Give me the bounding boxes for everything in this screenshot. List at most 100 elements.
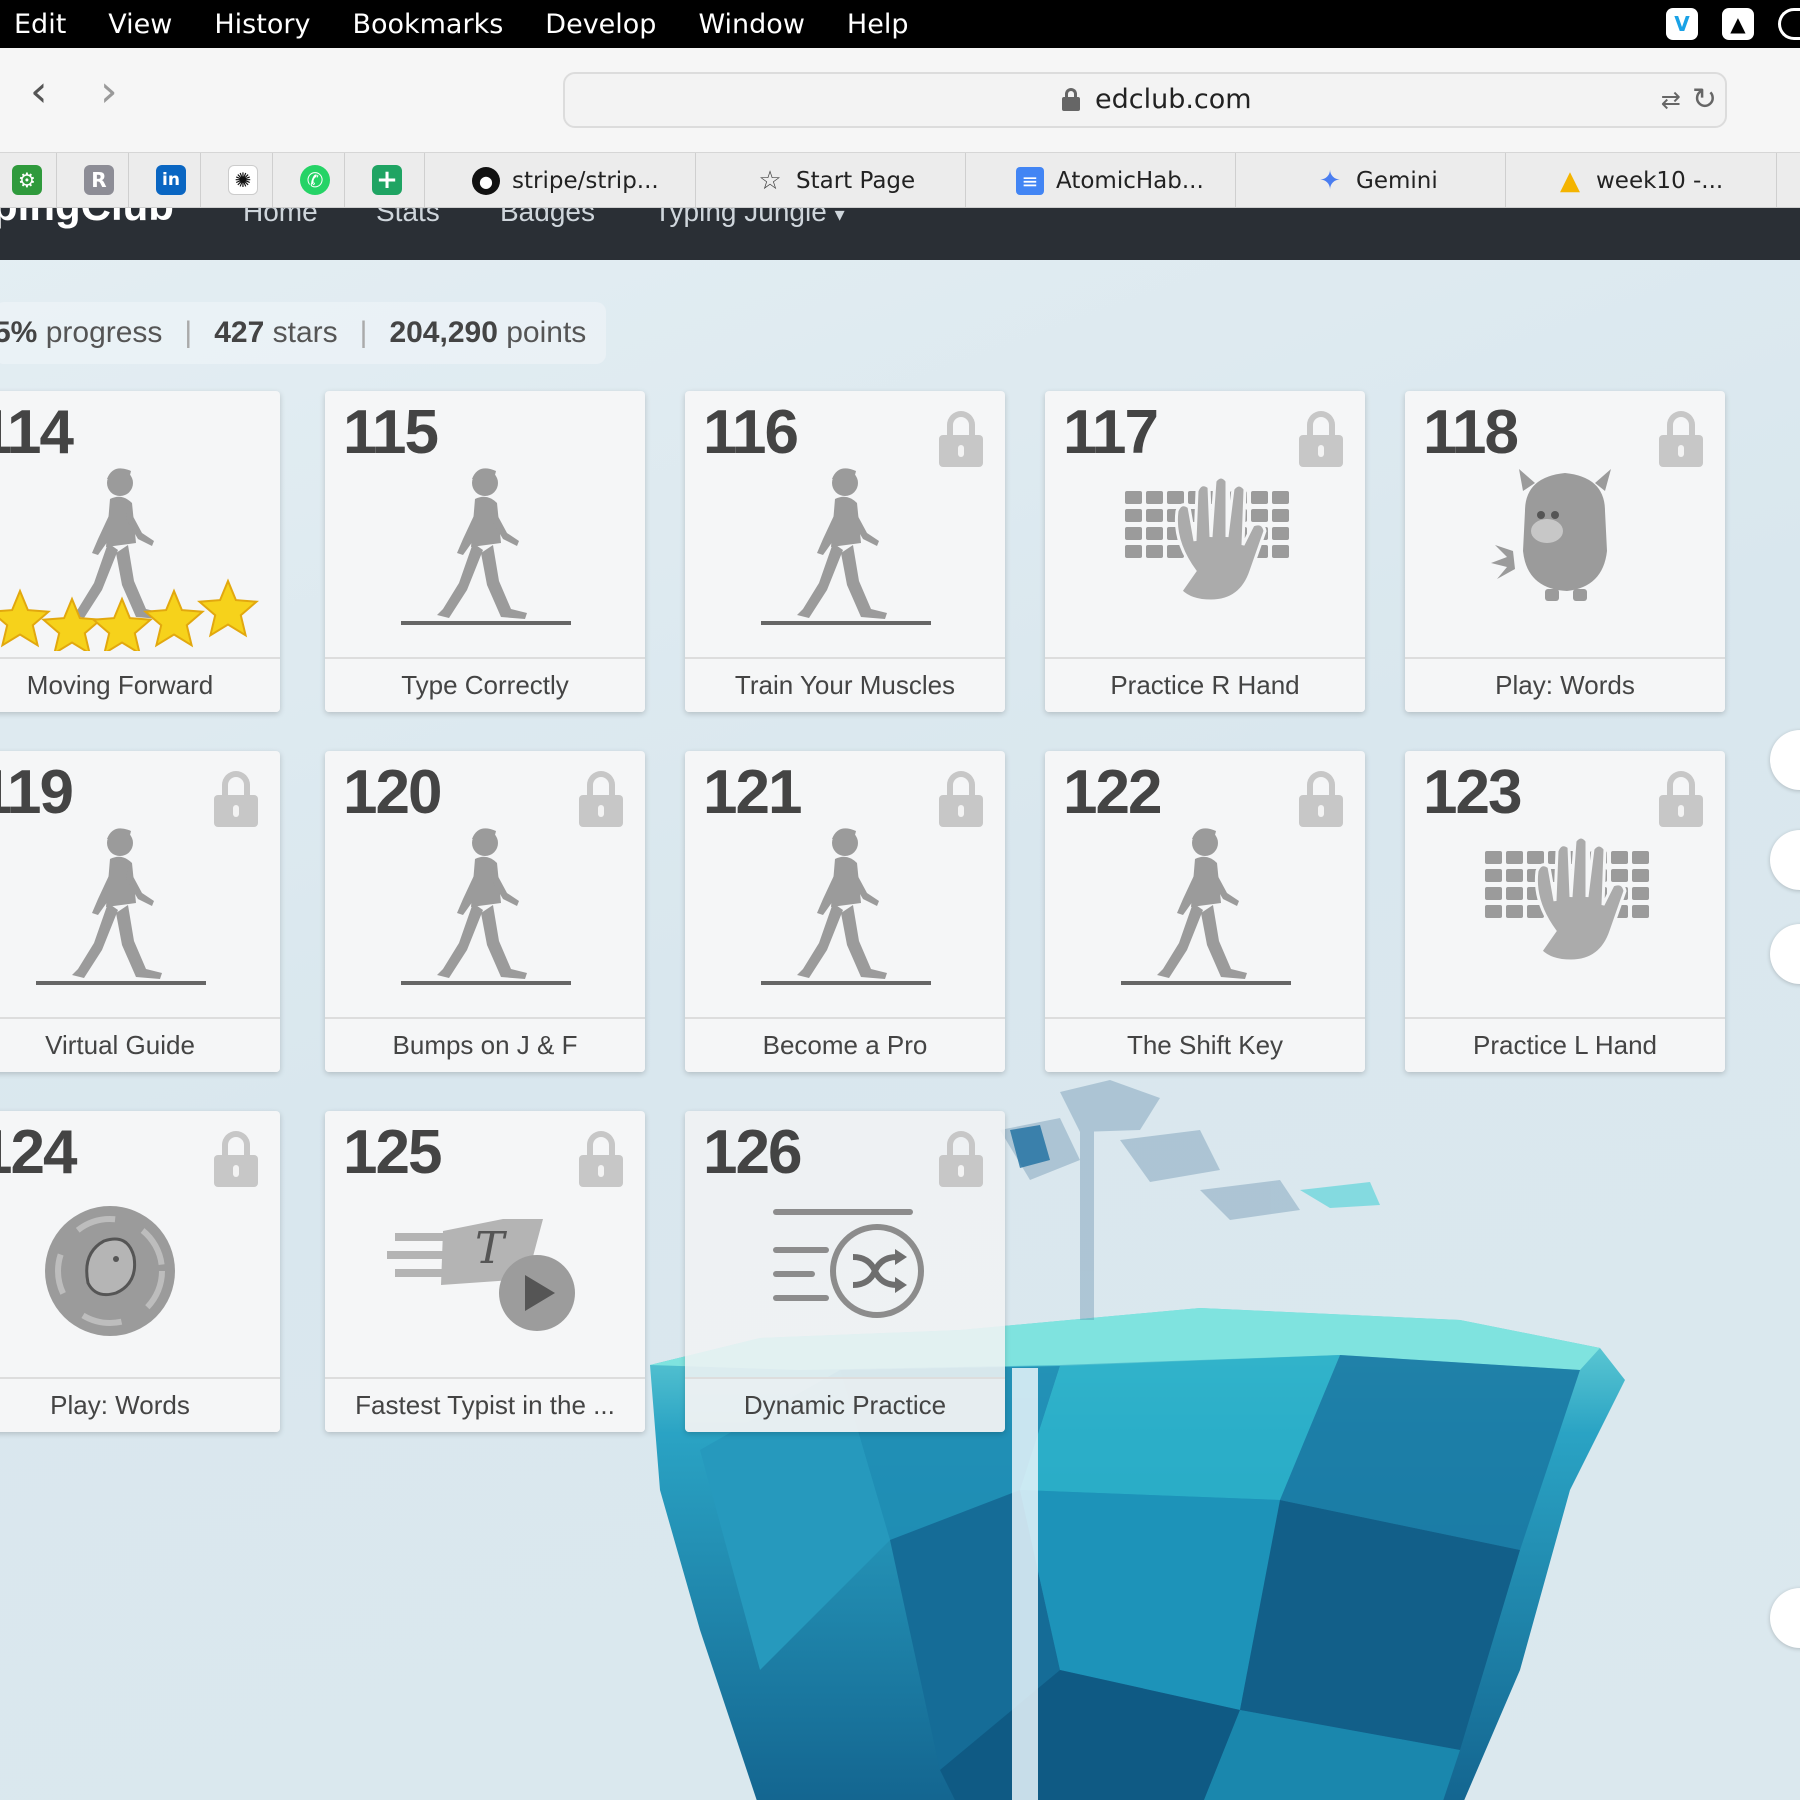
star-icon: ☆ <box>758 166 782 196</box>
lesson-card[interactable]: 124 Play: Words <box>0 1111 280 1432</box>
bookmark-r-icon[interactable]: R <box>84 165 114 195</box>
bookmark-label: AtomicHab... <box>1056 168 1204 194</box>
bookmark-app-icon[interactable]: ⚙ <box>12 165 42 195</box>
lesson-title: Play: Words <box>0 1377 280 1432</box>
bookmark-gemini[interactable]: ✦ Gemini <box>1316 153 1438 209</box>
address-bar[interactable]: edclub.com ⇄ ↻ <box>563 72 1727 128</box>
docs-icon: ≡ <box>1016 167 1044 195</box>
site-navbar: pingClub Home Stats Badges Typing Jungle… <box>0 208 1800 260</box>
menu-view[interactable]: View <box>108 9 172 40</box>
chevron-right-icon: › <box>100 66 118 117</box>
bookmark-label: Gemini <box>1356 168 1438 194</box>
lesson-card[interactable]: 118 Play: Words <box>1405 391 1725 712</box>
bookmarks-bar: ⚙ R in ✺ ✆ + ● stripe/strip... ☆ Start P… <box>0 152 1800 209</box>
bookmark-atomichab[interactable]: ≡ AtomicHab... <box>1016 153 1204 209</box>
menu-develop[interactable]: Develop <box>545 9 656 40</box>
lesson-card[interactable]: 114 Moving Forward <box>0 391 280 712</box>
reload-icon[interactable]: ↻ <box>1692 82 1717 117</box>
lesson-title: Bumps on J & F <box>325 1017 645 1072</box>
site-logo[interactable]: pingClub <box>0 208 174 230</box>
lesson-title: Fastest Typist in the ... <box>325 1377 645 1432</box>
progress-stats: 5% progress | 427 stars | 204,290 points <box>0 302 607 364</box>
svg-text:T: T <box>475 1223 508 1274</box>
keyboard-hand-icon <box>1485 835 1649 963</box>
nav-stats[interactable]: Stats <box>376 208 440 228</box>
back-button[interactable]: ‹ <box>30 70 48 114</box>
browser-toolbar: ‹ › edclub.com ⇄ ↻ <box>0 48 1800 152</box>
menu-history[interactable]: History <box>214 9 310 40</box>
walker-icon <box>1121 828 1291 985</box>
walker-stars-icon <box>0 468 259 651</box>
menu-edit[interactable]: Edit <box>14 9 66 40</box>
gemini-icon: ✦ <box>1319 166 1341 196</box>
lesson-title: Dynamic Practice <box>685 1377 1005 1432</box>
drive-tray-icon[interactable]: ▲ <box>1722 8 1754 40</box>
lesson-title: The Shift Key <box>1045 1017 1365 1072</box>
points-label: points <box>506 316 587 349</box>
chatgpt-icon[interactable]: ✺ <box>228 165 258 195</box>
nav-typing-jungle[interactable]: Typing Jungle ▾ <box>654 208 845 228</box>
lesson-title: Practice R Hand <box>1045 657 1365 712</box>
side-control[interactable] <box>1770 1588 1800 1648</box>
forward-button[interactable]: › <box>100 70 118 114</box>
stars-value: 427 <box>214 316 265 349</box>
linkedin-icon[interactable]: in <box>156 165 186 195</box>
lesson-card[interactable]: 116 Train Your Muscles <box>685 391 1005 712</box>
lesson-card[interactable]: 120 Bumps on J & F <box>325 751 645 1072</box>
progress-label: progress <box>45 316 163 349</box>
menu-window[interactable]: Window <box>698 9 804 40</box>
nav-badges[interactable]: Badges <box>500 208 595 228</box>
lesson-card[interactable]: 123 Practice L Hand <box>1405 751 1725 1072</box>
menu-help[interactable]: Help <box>847 9 909 40</box>
sheets-icon[interactable]: + <box>372 165 402 195</box>
keyboard-hand-icon <box>1125 475 1289 603</box>
side-control[interactable] <box>1770 830 1800 890</box>
side-control[interactable] <box>1770 924 1800 984</box>
progress-value: 5% <box>0 316 38 349</box>
lesson-title: Type Correctly <box>325 657 645 712</box>
points-value: 204,290 <box>389 316 498 349</box>
bubble-creature-icon <box>45 1206 175 1336</box>
lock-icon <box>1062 88 1080 111</box>
lesson-card[interactable]: 121 Become a Pro <box>685 751 1005 1072</box>
video-icon: T <box>387 1219 575 1331</box>
lesson-title: Practice L Hand <box>1405 1017 1725 1072</box>
lesson-card[interactable]: 126 Dynamic Practice <box>685 1111 1005 1432</box>
bookmark-label: stripe/strip... <box>512 168 659 194</box>
nav-typing-jungle-label: Typing Jungle <box>654 208 827 227</box>
lesson-card[interactable]: 115 Type Correctly <box>325 391 645 712</box>
drive-icon: ▲ <box>1560 166 1580 196</box>
bookmark-label: Start Page <box>796 168 916 194</box>
nav-home[interactable]: Home <box>243 208 318 228</box>
stars-label: stars <box>272 316 338 349</box>
url-text: edclub.com <box>1095 84 1252 115</box>
bookmark-week10[interactable]: ▲ week10 -... <box>1556 153 1723 209</box>
walker-icon <box>401 468 571 625</box>
lesson-title: Play: Words <box>1405 657 1725 712</box>
lesson-title: Virtual Guide <box>0 1017 280 1072</box>
menu-bookmarks[interactable]: Bookmarks <box>352 9 503 40</box>
walker-icon <box>761 828 931 985</box>
bookmark-start-page[interactable]: ☆ Start Page <box>756 153 915 209</box>
lesson-card[interactable]: 122 The Shift Key <box>1045 751 1365 1072</box>
lesson-card[interactable]: 125 T Fastest Typist in the ... <box>325 1111 645 1432</box>
page-content: pingClub Home Stats Badges Typing Jungle… <box>0 208 1800 1800</box>
translate-icon[interactable]: ⇄ <box>1661 86 1681 114</box>
stats-divider: | <box>184 316 193 349</box>
status-tray-icon[interactable] <box>1778 8 1800 40</box>
walker-icon <box>401 828 571 985</box>
chevron-down-icon: ▾ <box>834 208 845 226</box>
vpn-tray-icon[interactable]: V <box>1666 8 1698 40</box>
shuffle-icon <box>773 1209 924 1318</box>
side-control[interactable] <box>1770 730 1800 790</box>
github-icon: ● <box>472 167 500 195</box>
lesson-card[interactable]: 117 Practice R Hand <box>1045 391 1365 712</box>
walker-icon <box>761 468 931 625</box>
whatsapp-icon[interactable]: ✆ <box>300 165 330 195</box>
lesson-title: Become a Pro <box>685 1017 1005 1072</box>
bookmark-github[interactable]: ● stripe/strip... <box>472 153 659 209</box>
macos-menubar: Edit View History Bookmarks Develop Wind… <box>0 0 1800 48</box>
chevron-left-icon: ‹ <box>30 66 48 117</box>
lesson-card[interactable]: 119 Virtual Guide <box>0 751 280 1072</box>
bookmark-label: week10 -... <box>1596 168 1724 194</box>
